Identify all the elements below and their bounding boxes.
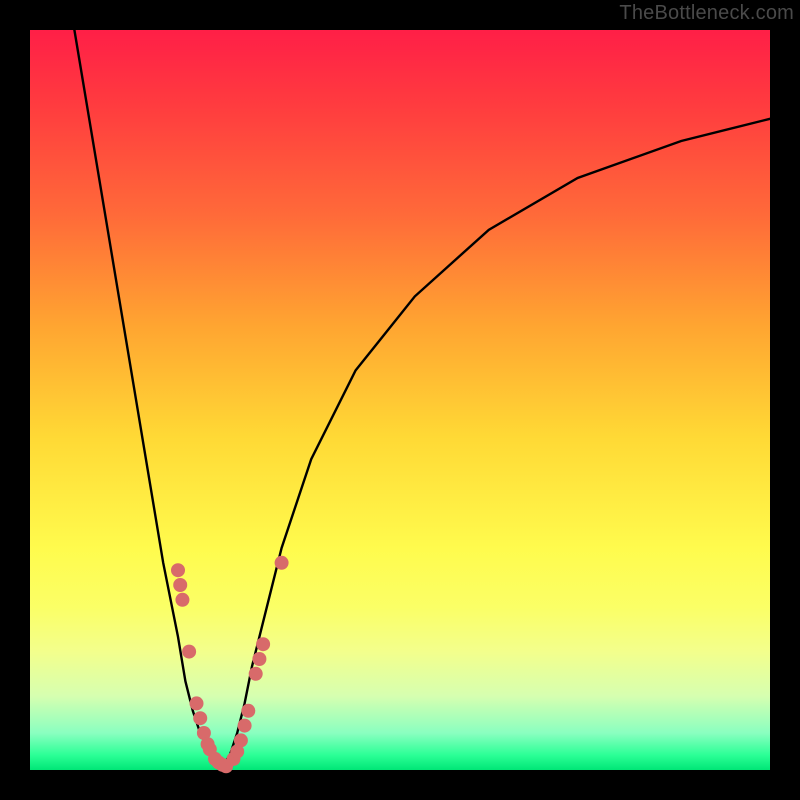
chart-svg (30, 30, 770, 770)
data-dot (175, 593, 189, 607)
data-dot (249, 667, 263, 681)
data-dot (241, 704, 255, 718)
data-dot (173, 578, 187, 592)
chart-frame: TheBottleneck.com (0, 0, 800, 800)
data-dot (171, 563, 185, 577)
watermark-text: TheBottleneck.com (619, 2, 794, 25)
data-dot (275, 556, 289, 570)
data-dot (238, 719, 252, 733)
data-dot (182, 645, 196, 659)
curve-right (222, 119, 770, 767)
data-dot (256, 637, 270, 651)
data-dot (193, 711, 207, 725)
data-dot (252, 652, 266, 666)
curve-left (74, 30, 222, 766)
dots-left (171, 563, 233, 773)
data-dot (234, 733, 248, 747)
data-dot (190, 696, 204, 710)
